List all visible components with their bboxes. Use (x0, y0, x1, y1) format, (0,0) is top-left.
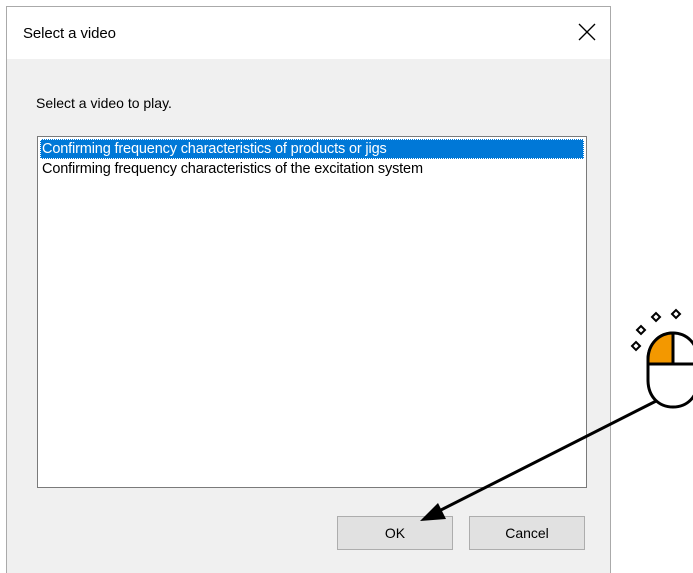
list-item-label: Confirming frequency characteristics of … (42, 141, 387, 157)
title-bar[interactable]: Select a video (7, 7, 610, 59)
dialog-title: Select a video (23, 25, 116, 42)
ok-button[interactable]: OK (337, 516, 453, 550)
mouse-click-icon (646, 331, 693, 409)
list-item[interactable]: Confirming frequency characteristics of … (40, 159, 584, 179)
screen: Select a video Select a video to play. C… (0, 0, 693, 573)
list-item[interactable]: Confirming frequency characteristics of … (40, 139, 584, 159)
prompt-label: Select a video to play. (36, 95, 172, 111)
close-icon (578, 23, 596, 41)
select-video-dialog: Select a video Select a video to play. C… (6, 6, 611, 573)
sparkle-icon (630, 308, 682, 352)
cancel-button[interactable]: Cancel (469, 516, 585, 550)
video-listbox[interactable]: Confirming frequency characteristics of … (37, 136, 587, 488)
list-item-label: Confirming frequency characteristics of … (42, 161, 423, 177)
close-button[interactable] (564, 7, 610, 59)
